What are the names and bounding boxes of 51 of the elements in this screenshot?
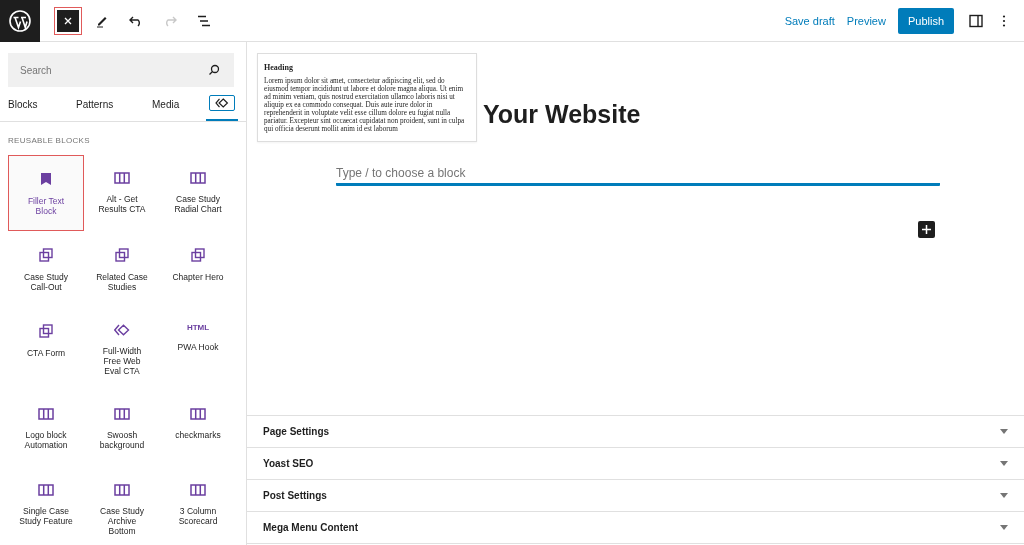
columns-icon: [190, 484, 206, 496]
copy-icon: [39, 324, 53, 338]
columns-icon: [190, 172, 206, 184]
close-icon: [64, 16, 72, 25]
plus-icon: [922, 225, 931, 234]
html-icon: HTML: [186, 324, 210, 332]
block-item[interactable]: Chapter Hero: [160, 231, 236, 307]
section-title: REUSABLE BLOCKS: [8, 136, 91, 145]
preview-heading: Heading: [264, 63, 294, 72]
block-item[interactable]: CTA Form: [8, 307, 84, 391]
publish-button[interactable]: Publish: [897, 7, 954, 34]
columns-icon: [114, 484, 130, 496]
bookmark-icon: [40, 172, 52, 186]
block-item[interactable]: Alt - Get Results CTA: [84, 155, 160, 231]
block-item[interactable]: checkmarks: [160, 391, 236, 467]
caret-icon: [1000, 461, 1008, 466]
block-item[interactable]: Case Study Radial Chart: [160, 155, 236, 231]
tab[interactable]: Blocks: [8, 87, 76, 121]
tab[interactable]: Patterns: [76, 87, 152, 121]
search-icon: [208, 64, 220, 76]
caret-icon: [1000, 525, 1008, 530]
preview-link[interactable]: Preview: [840, 10, 892, 31]
copy-icon: [39, 248, 53, 262]
block-item[interactable]: Full-Width Free Web Eval CTA: [84, 307, 160, 391]
block-item[interactable]: Case Study Archive Bottom: [84, 467, 160, 543]
block-item[interactable]: Swoosh background: [84, 391, 160, 467]
columns-icon: [38, 484, 54, 496]
copy-icon: [191, 248, 205, 262]
add-block-button[interactable]: [918, 221, 935, 238]
tab[interactable]: Media: [152, 87, 206, 121]
block-item[interactable]: Filler Text Block: [8, 155, 84, 231]
columns-icon: [38, 408, 54, 420]
block-item[interactable]: 3 Column Scorecard: [160, 467, 236, 543]
diamond-icon: [114, 324, 130, 336]
caret-icon: [1000, 493, 1008, 498]
block-item[interactable]: HTML PWA Hook: [160, 307, 236, 391]
wordpress-logo[interactable]: [0, 0, 40, 42]
close-button[interactable]: [54, 6, 82, 35]
diamond-icon: [215, 98, 229, 108]
columns-icon: [190, 408, 206, 420]
block-item[interactable]: Logo block Automation: [8, 391, 84, 467]
block-item[interactable]: Single Case Study Feature: [8, 467, 84, 543]
save-draft-link[interactable]: Save draft: [778, 10, 841, 31]
block-item[interactable]: Case Study Call-Out: [8, 231, 84, 307]
copy-icon: [115, 248, 129, 262]
columns-icon: [114, 172, 130, 184]
search-field[interactable]: Search: [8, 53, 234, 87]
columns-icon: [114, 408, 130, 420]
block-item[interactable]: Related Case Studies: [84, 231, 160, 307]
page-heading: Your Website: [483, 99, 642, 129]
caret-icon: [1000, 429, 1008, 434]
